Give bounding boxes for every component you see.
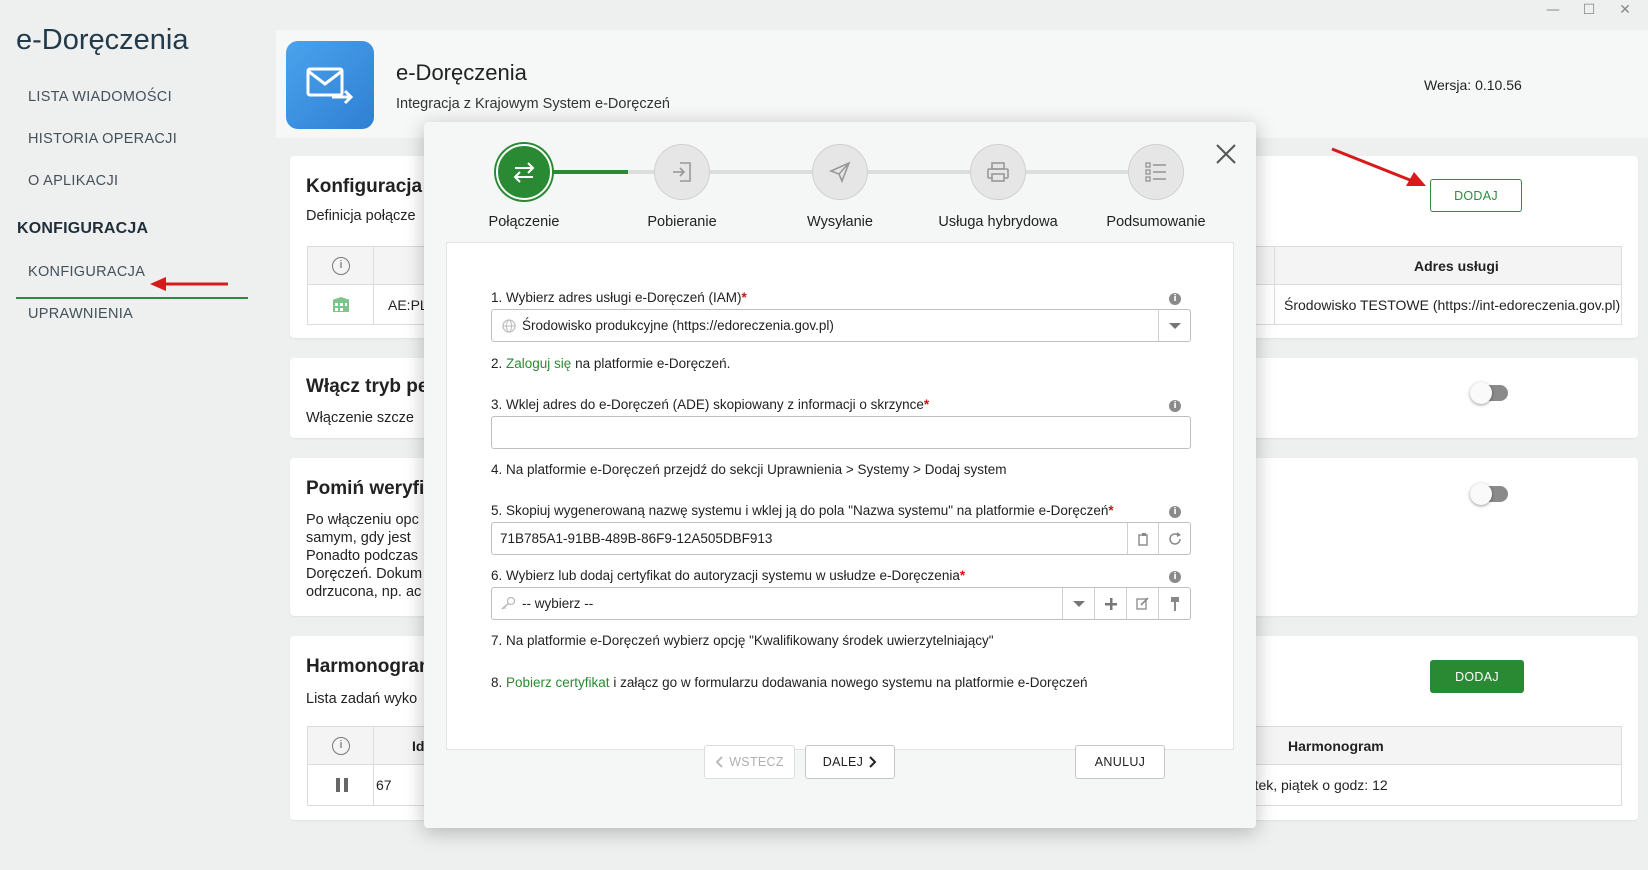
verify-card-title: Pomiń weryfi: [306, 478, 425, 499]
connection-address: Środowisko TESTOWE (https://int-edorecze…: [1284, 297, 1621, 313]
app-title: e-Doręczenia: [16, 24, 189, 56]
field-label-iam: 1. Wybierz adres usługi e-Doręczeń (IAM)…: [491, 290, 747, 305]
certificate-value: -- wybierz --: [522, 596, 594, 611]
annotation-arrow-top: [1331, 147, 1426, 186]
header-title: e-Doręczenia: [396, 60, 527, 85]
globe-icon: [502, 319, 516, 338]
iam-address-select[interactable]: Środowisko produkcyjne (https://edorecze…: [491, 309, 1191, 342]
connection-wizard-modal: Połączenie Pobieranie Wysyłanie Usługa h…: [424, 122, 1256, 828]
info-icon[interactable]: i: [1169, 506, 1181, 518]
send-icon: [812, 144, 868, 200]
annotation-arrow-left: [150, 277, 228, 291]
nav-active-indicator: [16, 297, 248, 299]
printer-icon: [970, 144, 1026, 200]
step-summary[interactable]: Podsumowanie: [1076, 144, 1236, 230]
mode-toggle[interactable]: [1470, 382, 1508, 404]
step-hybrid[interactable]: Usługa hybrydowa: [918, 144, 1078, 230]
schedule-card-desc: Lista zadań wyko: [306, 691, 418, 707]
back-button[interactable]: WSTECZ: [704, 745, 795, 779]
step-label: Wysyłanie: [807, 214, 873, 230]
wizard-form-panel: 1. Wybierz adres usługi e-Doręczeń (IAM)…: [446, 242, 1234, 750]
verify-toggle[interactable]: [1470, 483, 1508, 505]
schedule-id: 67: [376, 777, 392, 793]
step-qualified-text: 7. Na platformie e-Doręczeń wybierz opcj…: [491, 633, 994, 648]
step-sending[interactable]: Wysyłanie: [760, 144, 920, 230]
certificate-select[interactable]: -- wybierz --: [491, 587, 1191, 620]
info-icon[interactable]: i: [1169, 293, 1181, 305]
step-label: Podsumowanie: [1106, 214, 1206, 230]
mode-card-desc: Włączenie szcze: [306, 410, 414, 426]
info-icon: i: [332, 257, 350, 275]
add-connection-button[interactable]: DODAJ: [1430, 179, 1522, 212]
ade-address-input[interactable]: [491, 416, 1191, 449]
info-icon[interactable]: i: [1169, 571, 1181, 583]
mode-card-title: Włącz tryb pe: [306, 376, 429, 397]
pause-icon[interactable]: [336, 778, 348, 795]
info-icon: i: [332, 737, 350, 755]
nav-item-configuration[interactable]: KONFIGURACJA: [28, 264, 145, 280]
pin-icon[interactable]: [1158, 588, 1190, 619]
field-label-certificate: 6. Wybierz lub dodaj certyfikat do autor…: [491, 568, 966, 583]
minimize-button[interactable]: —: [1544, 2, 1562, 18]
config-card-desc: Definicja połącze: [306, 208, 416, 224]
version-label: Wersja: 0.10.56: [1424, 77, 1522, 93]
add-schedule-button[interactable]: DODAJ: [1430, 660, 1524, 693]
nav-section-config: KONFIGURACJA: [17, 220, 149, 237]
chevron-down-icon[interactable]: [1062, 588, 1094, 619]
verify-line-2: samym, gdy jest: [306, 530, 411, 546]
verify-line-5: odrzucona, np. ac: [306, 584, 422, 600]
mail-logo-icon: [286, 41, 374, 129]
system-name-input[interactable]: 71B785A1-91BB-489B-86F9-12A505DBF913: [491, 522, 1191, 555]
edit-icon[interactable]: [1126, 588, 1158, 619]
config-card-title: Konfiguracja: [306, 176, 423, 197]
col-id: Id: [412, 738, 425, 754]
schedule-card-title: Harmonogram: [306, 656, 436, 677]
copy-icon[interactable]: [1127, 523, 1159, 554]
system-name-value: 71B785A1-91BB-489B-86F9-12A505DBF913: [500, 531, 773, 546]
key-icon: [500, 596, 516, 615]
refresh-icon[interactable]: [1158, 523, 1190, 554]
sign-in-icon: [654, 144, 710, 200]
verify-line-4: Doręczeń. Dokum: [306, 566, 423, 582]
step-download[interactable]: Pobieranie: [602, 144, 762, 230]
building-icon: [332, 297, 350, 313]
col-schedule: Harmonogram: [1288, 738, 1384, 754]
step-download-cert-text: 8. Pobierz certyfikat i załącz go w form…: [491, 675, 1088, 690]
field-label-ade: 3. Wklej adres do e-Doręczeń (ADE) skopi…: [491, 397, 930, 412]
transfer-icon: [496, 144, 552, 200]
nav-item-history[interactable]: HISTORIA OPERACJI: [28, 131, 177, 147]
cancel-button[interactable]: ANULUJ: [1075, 745, 1165, 779]
close-window-button[interactable]: ✕: [1616, 2, 1634, 18]
chevron-down-icon[interactable]: [1158, 310, 1190, 341]
step-login-text: 2. Zaloguj się na platformie e-Doręczeń.: [491, 356, 731, 371]
chevron-left-icon: [715, 756, 723, 768]
iam-address-value: Środowisko produkcyjne (https://edorecze…: [522, 318, 834, 333]
nav-item-permissions[interactable]: UPRAWNIENIA: [28, 306, 133, 322]
info-icon[interactable]: i: [1169, 400, 1181, 412]
next-button[interactable]: DALEJ: [805, 745, 895, 779]
step-connection[interactable]: Połączenie: [444, 144, 604, 230]
verify-line-1: Po włączeniu opc: [306, 512, 419, 528]
window-controls: — ☐ ✕: [1544, 2, 1634, 18]
chevron-right-icon: [869, 756, 877, 768]
field-label-system-name: 5. Skopiuj wygenerowaną nazwę systemu i …: [491, 503, 1114, 518]
add-certificate-icon[interactable]: [1094, 588, 1126, 619]
step-label: Połączenie: [488, 214, 560, 230]
login-link[interactable]: Zaloguj się: [506, 356, 571, 371]
nav-item-messages[interactable]: LISTA WIADOMOŚCI: [28, 89, 172, 105]
verify-line-3: Ponadto podczas: [306, 548, 419, 564]
maximize-button[interactable]: ☐: [1580, 2, 1598, 18]
list-icon: [1128, 144, 1184, 200]
step-label: Pobieranie: [647, 214, 717, 230]
nav-item-about[interactable]: O APLIKACJI: [28, 173, 118, 189]
col-address: Adres usługi: [1414, 258, 1499, 274]
download-certificate-link[interactable]: Pobierz certyfikat: [506, 675, 610, 690]
header-subtitle: Integracja z Krajowym System e-Doręczeń: [396, 96, 670, 112]
step-label: Usługa hybrydowa: [938, 214, 1058, 230]
step-permissions-text: 4. Na platformie e-Doręczeń przejdź do s…: [491, 462, 1007, 477]
